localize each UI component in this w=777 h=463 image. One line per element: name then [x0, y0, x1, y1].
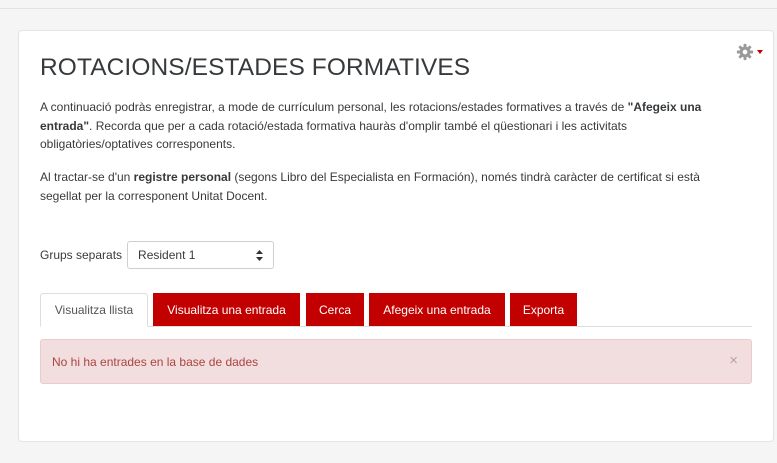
intro-emphasis: registre personal	[133, 170, 232, 184]
intro-text: Al tractar-se d'un	[40, 170, 134, 184]
top-divider	[0, 8, 777, 9]
tab-view-list[interactable]: Visualitza llista	[40, 293, 148, 327]
group-selected-value: Resident 1	[138, 248, 196, 262]
intro-text: . Recorda que per a cada rotació/estada …	[40, 118, 627, 152]
updown-arrows-icon	[256, 249, 264, 261]
caret-down-icon	[757, 50, 763, 54]
page-title: ROTACIONS/ESTADES FORMATIVES	[40, 54, 471, 81]
intro-text: A continuació podràs enregistrar, a mode…	[40, 100, 628, 114]
alert-message: No hi ha entrades en la base de dades	[52, 354, 259, 369]
empty-alert: No hi ha entrades en la base de dades ×	[40, 339, 752, 384]
intro-paragraph-2: Al tractar-se d'un registre personal (se…	[40, 168, 730, 205]
settings-menu[interactable]	[736, 43, 763, 61]
intro-paragraph-1: A continuació podràs enregistrar, a mode…	[40, 98, 730, 154]
tab-search[interactable]: Cerca	[306, 293, 364, 326]
tab-add-entry[interactable]: Afegeix una entrada	[369, 293, 505, 326]
group-select[interactable]: Resident 1	[127, 241, 275, 269]
tab-view-entry[interactable]: Visualitza una entrada	[153, 293, 300, 326]
content-card: ROTACIONS/ESTADES FORMATIVES A continuac…	[18, 30, 774, 442]
close-icon[interactable]: ×	[729, 352, 738, 369]
view-tabs: Visualitza llista Visualitza una entrada…	[40, 293, 752, 327]
group-label: Grups separats	[40, 248, 123, 262]
gear-icon	[736, 43, 754, 61]
group-selector: Grups separats Resident 1	[40, 241, 275, 269]
tab-export[interactable]: Exporta	[510, 293, 577, 326]
